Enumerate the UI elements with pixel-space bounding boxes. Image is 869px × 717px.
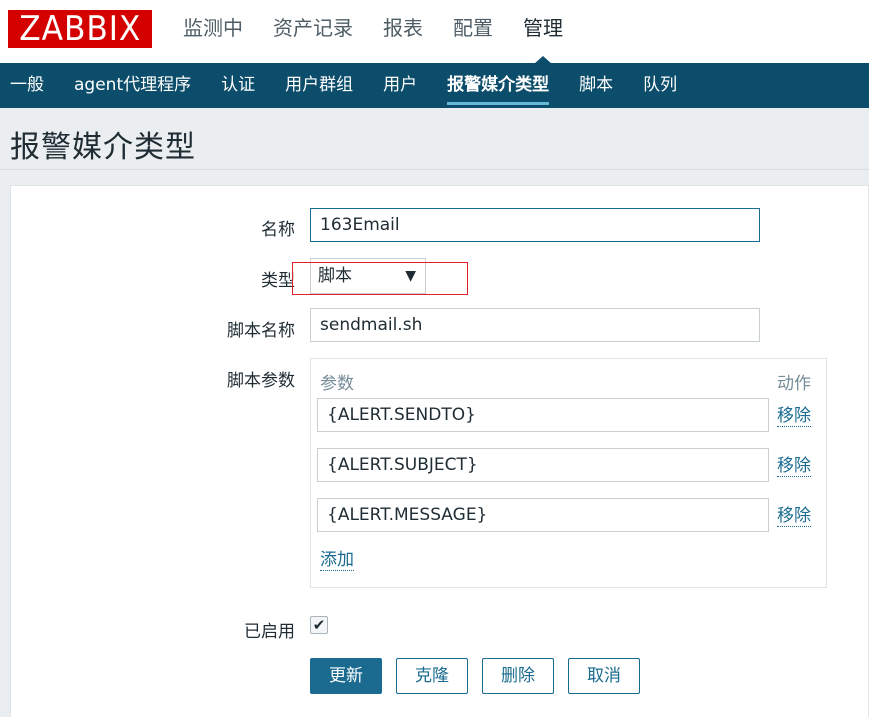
checkmark-icon: ✔ [312,616,326,634]
param-field-1[interactable]: {ALERT.SENDTO} [317,398,769,432]
submenu-item-media-types[interactable]: 报警媒介类型 [432,63,564,108]
script-name-field[interactable]: sendmail.sh [310,308,760,342]
top-header: ZABBIX 监测中 资产记录 报表 配置 管理 [0,0,869,64]
menu-item-administration[interactable]: 管理 [523,0,563,64]
zabbix-logo[interactable]: ZABBIX [8,10,152,48]
script-params-label: 脚本参数 [227,371,295,391]
submenu-item-users[interactable]: 用户 [368,63,432,108]
update-button[interactable]: 更新 [310,658,382,694]
action-column-header: 动作 [777,374,811,394]
remove-param-3-link[interactable]: 移除 [777,506,811,527]
add-param-link[interactable]: 添加 [320,550,354,571]
submenu-item-queue[interactable]: 队列 [628,63,692,108]
submenu-item-general[interactable]: 一般 [0,63,59,108]
cancel-button[interactable]: 取消 [568,658,640,694]
enabled-checkbox[interactable]: ✔ [310,616,328,634]
submenu-item-proxies[interactable]: agent代理程序 [59,63,206,108]
type-label: 类型 [261,271,295,291]
delete-button[interactable]: 删除 [482,658,554,694]
name-label: 名称 [261,220,295,240]
param-field-3[interactable]: {ALERT.MESSAGE} [317,498,769,532]
submenu-item-scripts[interactable]: 脚本 [564,63,628,108]
script-params-table: 参数 动作 {ALERT.SENDTO} 移除 {ALERT.SUBJECT} … [310,358,827,588]
param-field-2[interactable]: {ALERT.SUBJECT} [317,448,769,482]
name-field[interactable]: 163Email [310,208,760,242]
logo-text: ZABBIX [19,9,141,49]
menu-item-inventory[interactable]: 资产记录 [273,0,353,63]
main-menu: 监测中 资产记录 报表 配置 管理 [183,0,593,64]
sub-menu: 一般 agent代理程序 认证 用户群组 用户 报警媒介类型 脚本 队列 [0,63,869,108]
clone-button[interactable]: 克隆 [396,658,468,694]
enabled-label: 已启用 [244,622,295,642]
submenu-item-user-groups[interactable]: 用户群组 [270,63,368,108]
remove-param-2-link[interactable]: 移除 [777,456,811,477]
annotation-highlight-box [292,262,468,295]
menu-item-reports[interactable]: 报表 [383,0,423,63]
page-header: 报警媒介类型 [0,108,869,170]
menu-item-configuration[interactable]: 配置 [453,0,493,63]
submenu-item-authentication[interactable]: 认证 [206,63,270,108]
page-title: 报警媒介类型 [10,130,196,165]
menu-item-monitoring[interactable]: 监测中 [183,0,243,63]
remove-param-1-link[interactable]: 移除 [777,406,811,427]
script-name-label: 脚本名称 [227,321,295,341]
params-column-header: 参数 [320,374,354,394]
